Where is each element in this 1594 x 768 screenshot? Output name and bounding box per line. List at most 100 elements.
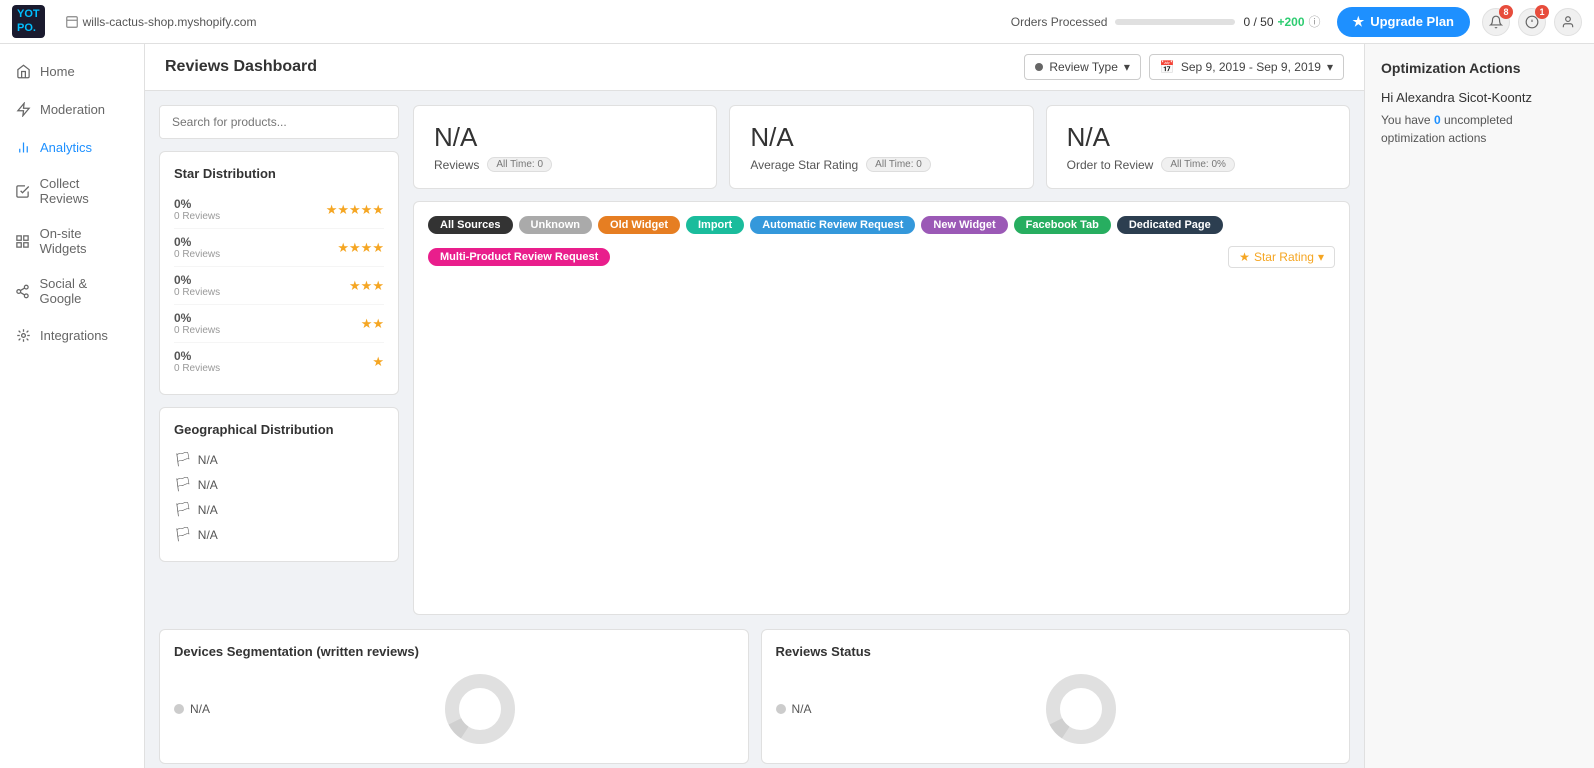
sidebar-item-integrations[interactable]: Integrations <box>0 316 144 354</box>
chevron-down-icon: ▾ <box>1124 60 1130 74</box>
star-row-1: 0% 0 Reviews ★ <box>174 343 384 380</box>
reviews-status-title: Reviews Status <box>776 644 1336 659</box>
notification-badge-2: 1 <box>1535 5 1549 19</box>
star-row-4: 0% 0 Reviews ★★★★ <box>174 229 384 267</box>
page-title: Reviews Dashboard <box>165 58 1024 76</box>
topbar-icons: 8 1 <box>1482 8 1582 36</box>
page-header: Reviews Dashboard Review Type ▾ 📅 Sep 9,… <box>145 44 1364 91</box>
sidebar: Home Moderation Analytics Collect Review… <box>0 44 145 768</box>
main-panel: N/A Reviews All Time: 0 N/A Average Star… <box>413 105 1350 615</box>
social-icon <box>14 282 31 300</box>
stats-row: N/A Reviews All Time: 0 N/A Average Star… <box>413 105 1350 189</box>
star-distribution-card: Star Distribution 0% 0 Reviews ★★★★★ 0% … <box>159 151 399 395</box>
sidebar-item-social[interactable]: Social & Google <box>0 266 144 316</box>
sidebar-item-moderation[interactable]: Moderation <box>0 90 144 128</box>
topbar: YOTPO. wills-cactus-shop.myshopify.com O… <box>0 0 1594 44</box>
main-layout: Home Moderation Analytics Collect Review… <box>0 44 1594 768</box>
star-row-5: 0% 0 Reviews ★★★★★ <box>174 191 384 229</box>
filter-chart-card: All Sources Unknown Old Widget Import Au… <box>413 201 1350 615</box>
chevron-down-star: ▾ <box>1318 250 1324 264</box>
notifications-button[interactable]: 8 <box>1482 8 1510 36</box>
devices-title: Devices Segmentation (written reviews) <box>174 644 734 659</box>
optimization-title: Optimization Actions <box>1381 60 1578 76</box>
devices-dot <box>174 704 184 714</box>
flag-icon-2: 🏳 <box>174 476 192 493</box>
reviews-status-donut-chart <box>1041 669 1121 749</box>
tag-multi-product[interactable]: Multi-Product Review Request <box>428 248 610 266</box>
search-input[interactable] <box>160 106 398 138</box>
devices-donut-row: N/A <box>174 669 734 749</box>
tag-unknown[interactable]: Unknown <box>519 216 593 234</box>
star-rating-button[interactable]: ★ Star Rating ▾ <box>1228 246 1335 268</box>
geo-row-2: 🏳 N/A <box>174 472 384 497</box>
tag-new-widget[interactable]: New Widget <box>921 216 1007 234</box>
store-url: wills-cactus-shop.myshopify.com <box>65 15 257 29</box>
content-area: Reviews Dashboard Review Type ▾ 📅 Sep 9,… <box>145 44 1364 768</box>
order-to-review-label-row: Order to Review All Time: 0% <box>1067 157 1329 172</box>
moderation-icon <box>14 100 32 118</box>
devices-segmentation-card: Devices Segmentation (written reviews) N… <box>159 629 749 764</box>
sidebar-analytics-label: Analytics <box>40 140 92 155</box>
header-controls: Review Type ▾ 📅 Sep 9, 2019 - Sep 9, 201… <box>1024 54 1344 80</box>
flag-icon-3: 🏳 <box>174 501 192 518</box>
star-row-3: 0% 0 Reviews ★★★ <box>174 267 384 305</box>
optimization-count: 0 <box>1434 113 1441 127</box>
reviews-status-legend: N/A <box>776 702 812 716</box>
logo-box: YOTPO. <box>12 5 45 37</box>
tag-all-sources[interactable]: All Sources <box>428 216 513 234</box>
widgets-icon <box>14 232 32 250</box>
reviews-badge: All Time: 0 <box>487 157 552 172</box>
star-icon: ★ <box>1353 14 1365 30</box>
orders-processed: Orders Processed 0 / 50 +200 ⓘ <box>1011 13 1321 30</box>
sidebar-widgets-label: On-site Widgets <box>40 226 130 256</box>
reviews-status-card: Reviews Status N/A <box>761 629 1351 764</box>
tag-auto-review[interactable]: Automatic Review Request <box>750 216 915 234</box>
sidebar-item-collect[interactable]: Collect Reviews <box>0 166 144 216</box>
tag-dedicated-page[interactable]: Dedicated Page <box>1117 216 1223 234</box>
sidebar-moderation-label: Moderation <box>40 102 105 117</box>
optimization-message: You have 0 uncompleted optimization acti… <box>1381 111 1578 147</box>
filter-tags: All Sources Unknown Old Widget Import Au… <box>428 216 1335 268</box>
star-row-2: 0% 0 Reviews ★★ <box>174 305 384 343</box>
logo: YOTPO. <box>12 5 45 37</box>
review-type-dot <box>1035 63 1043 71</box>
optimization-greeting: Hi Alexandra Sicot-Koontz <box>1381 90 1578 105</box>
sidebar-integrations-label: Integrations <box>40 328 108 343</box>
devices-legend: N/A <box>174 702 210 716</box>
review-type-dropdown[interactable]: Review Type ▾ <box>1024 54 1141 80</box>
sidebar-home-label: Home <box>40 64 75 79</box>
orders-progress-bar <box>1115 19 1235 25</box>
orders-bonus: +200 <box>1278 15 1305 29</box>
tag-old-widget[interactable]: Old Widget <box>598 216 680 234</box>
sidebar-item-home[interactable]: Home <box>0 52 144 90</box>
avg-star-value: N/A <box>750 122 1012 153</box>
star-distribution-title: Star Distribution <box>174 166 384 181</box>
avg-star-label-row: Average Star Rating All Time: 0 <box>750 157 1012 172</box>
geo-distribution-card: Geographical Distribution 🏳 N/A 🏳 N/A 🏳 … <box>159 407 399 562</box>
flag-icon-4: 🏳 <box>174 526 192 543</box>
reviews-stat-card: N/A Reviews All Time: 0 <box>413 105 717 189</box>
optimization-panel: Optimization Actions Hi Alexandra Sicot-… <box>1364 44 1594 768</box>
sidebar-collect-label: Collect Reviews <box>40 176 130 206</box>
chevron-down-icon-date: ▾ <box>1327 60 1333 74</box>
orders-info-icon[interactable]: ⓘ <box>1309 13 1321 30</box>
bottom-row: Devices Segmentation (written reviews) N… <box>145 629 1364 768</box>
search-box <box>159 105 399 139</box>
chart-area <box>428 280 1335 600</box>
collect-icon <box>14 182 32 200</box>
left-panel: Star Distribution 0% 0 Reviews ★★★★★ 0% … <box>159 105 399 615</box>
tag-facebook-tab[interactable]: Facebook Tab <box>1014 216 1111 234</box>
flag-icon-1: 🏳 <box>174 451 192 468</box>
tag-import[interactable]: Import <box>686 216 744 234</box>
dashboard-body: Star Distribution 0% 0 Reviews ★★★★★ 0% … <box>145 91 1364 629</box>
reviews-label-row: Reviews All Time: 0 <box>434 157 696 172</box>
user-profile-button[interactable] <box>1554 8 1582 36</box>
date-range-dropdown[interactable]: 📅 Sep 9, 2019 - Sep 9, 2019 ▾ <box>1149 54 1344 80</box>
upgrade-plan-button[interactable]: ★ Upgrade Plan <box>1337 7 1470 37</box>
alerts-button[interactable]: 1 <box>1518 8 1546 36</box>
sidebar-social-label: Social & Google <box>39 276 130 306</box>
sidebar-item-widgets[interactable]: On-site Widgets <box>0 216 144 266</box>
sidebar-item-analytics[interactable]: Analytics <box>0 128 144 166</box>
order-to-review-value: N/A <box>1067 122 1329 153</box>
avg-star-stat-card: N/A Average Star Rating All Time: 0 <box>729 105 1033 189</box>
